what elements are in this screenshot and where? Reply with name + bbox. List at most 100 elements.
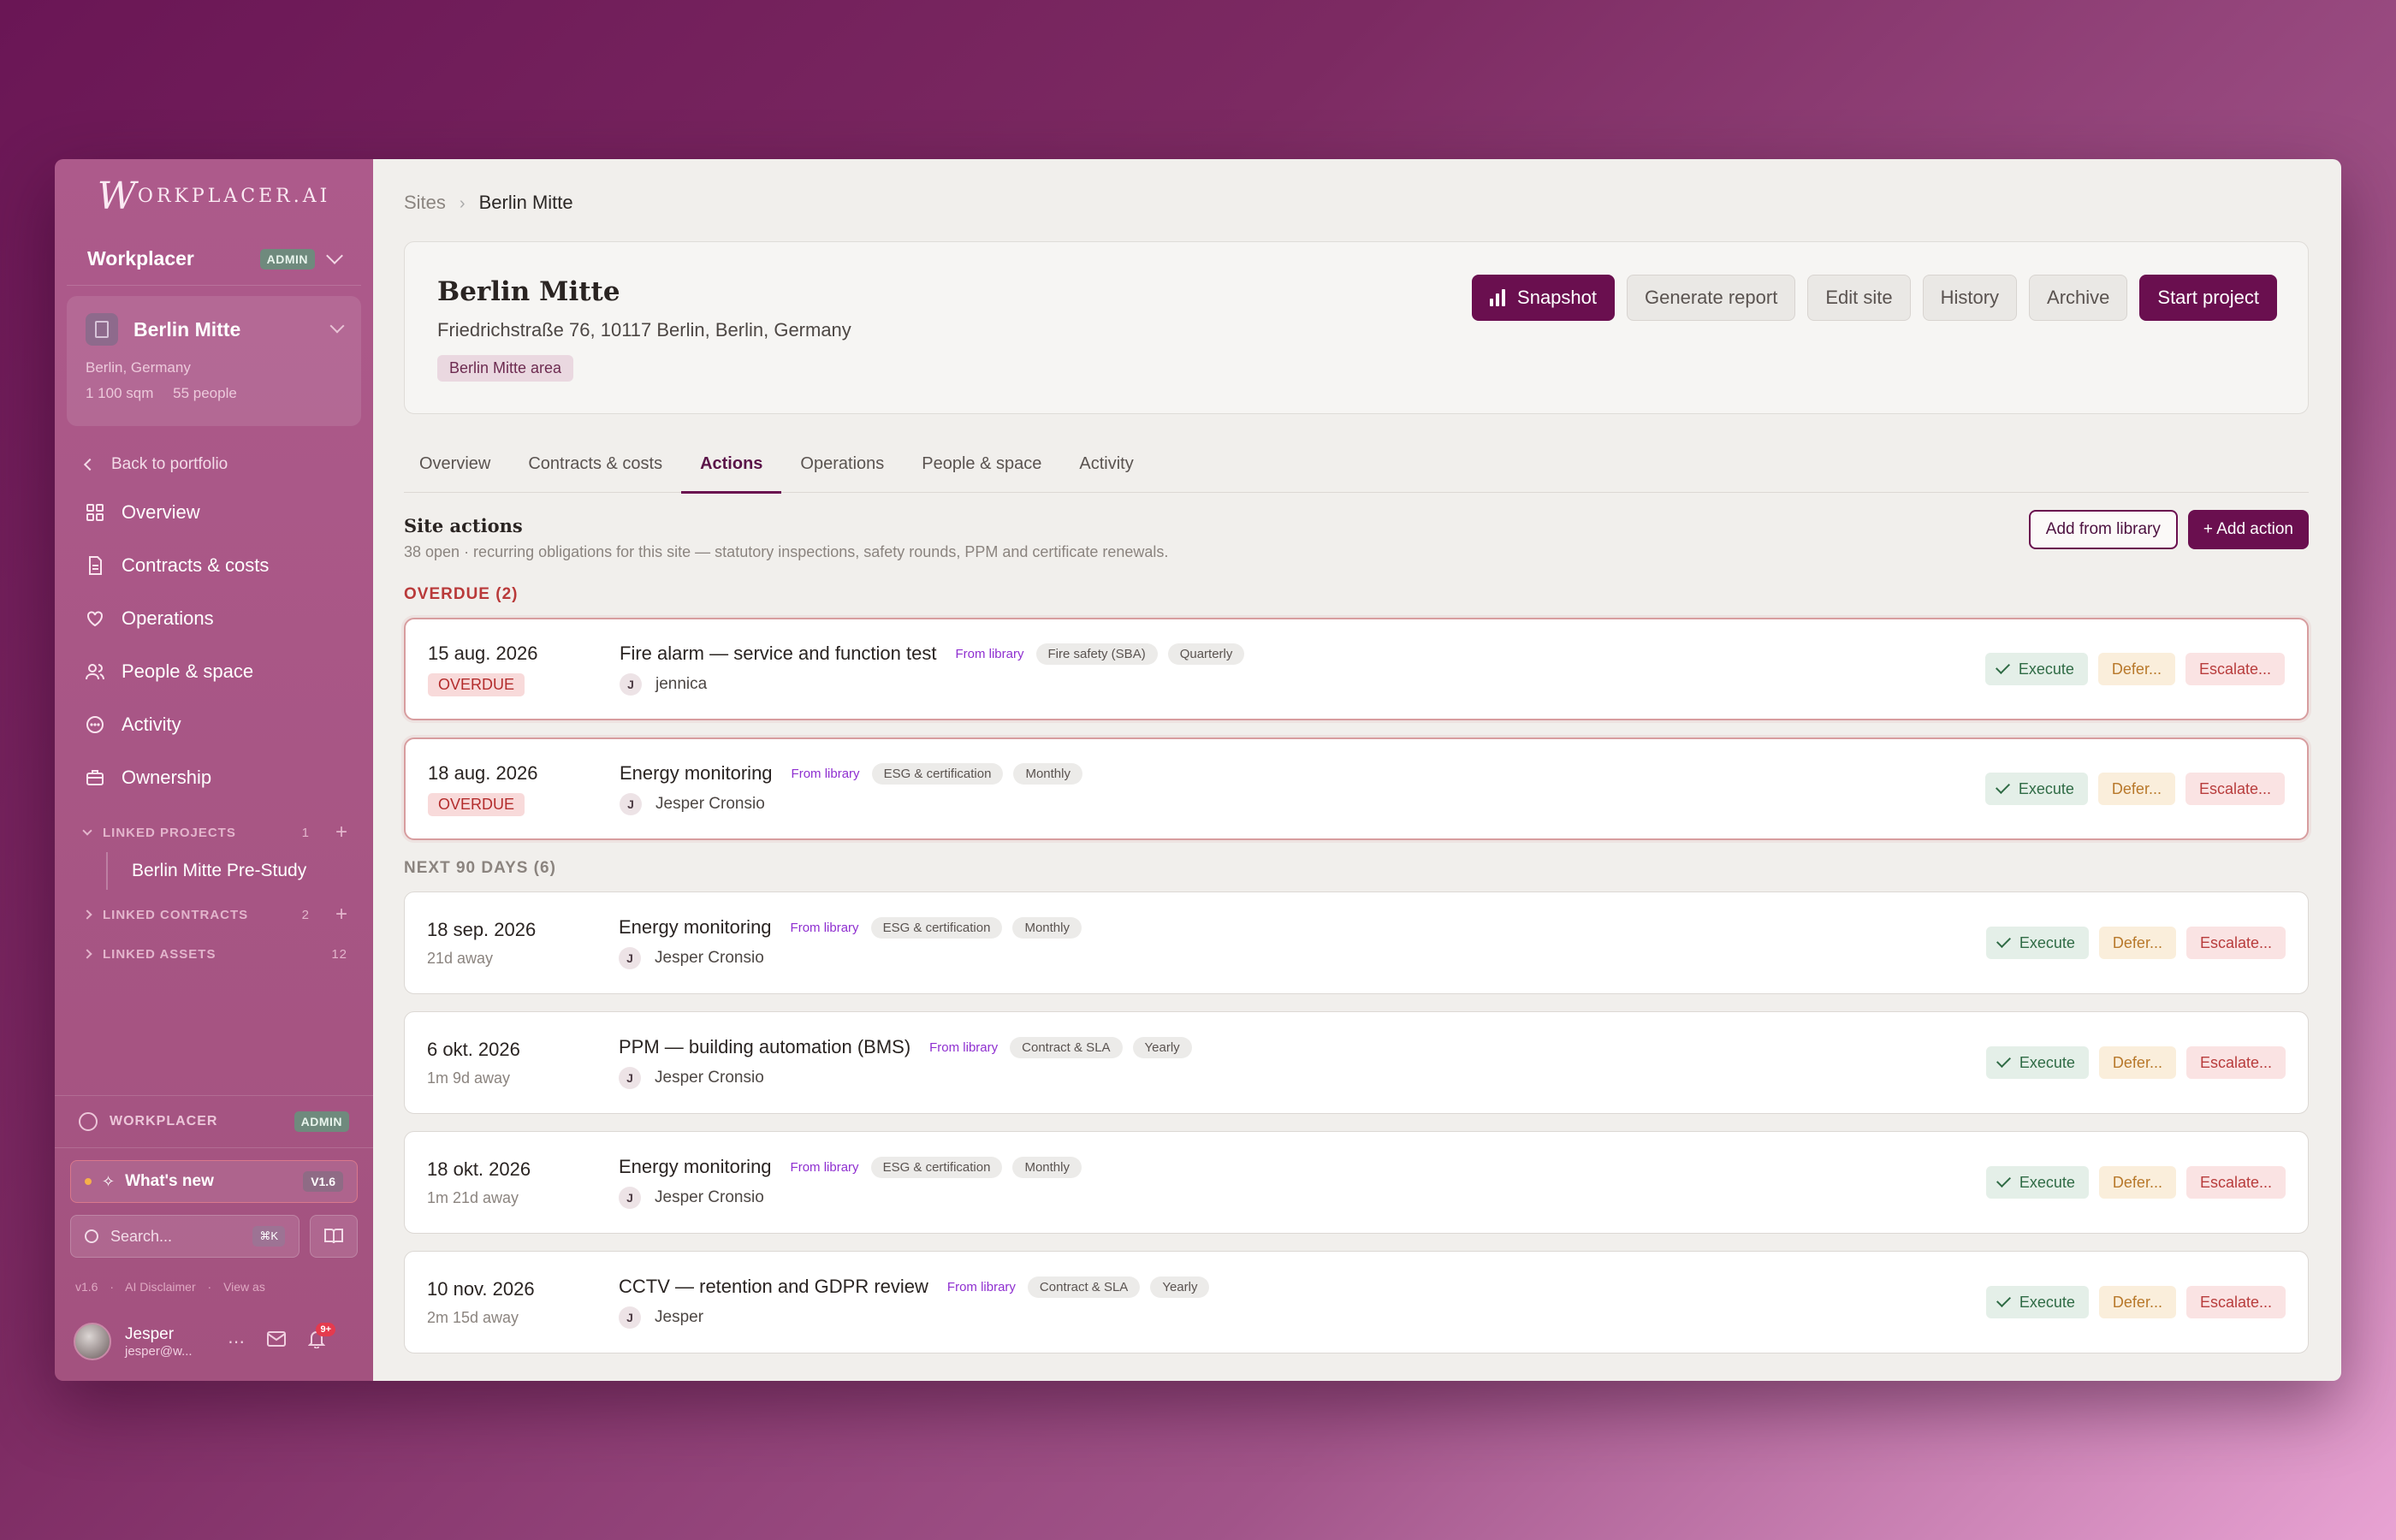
escalate-button[interactable]: Escalate... bbox=[2185, 1046, 2286, 1079]
action-date: 18 aug. 2026 bbox=[428, 761, 538, 784]
section-description: 38 open · recurring obligations for this… bbox=[404, 543, 1169, 560]
assignee-name: Jesper Cronsio bbox=[655, 949, 764, 967]
edit-site-button[interactable]: Edit site bbox=[1807, 275, 1911, 321]
frequency-tag: Monthly bbox=[1013, 762, 1082, 785]
from-library-tag: From library bbox=[946, 1279, 1016, 1294]
linked-project-item[interactable]: Berlin Mitte Pre-Study bbox=[106, 852, 373, 890]
search-input[interactable]: Search... ⌘K bbox=[70, 1215, 300, 1258]
document-icon bbox=[84, 554, 106, 577]
action-item[interactable]: 10 nov. 2026 2m 15d away CCTV — retention … bbox=[404, 1251, 2309, 1353]
defer-button[interactable]: Defer... bbox=[2097, 653, 2175, 685]
action-item[interactable]: 18 okt. 2026 1m 21d away Energy monitoring… bbox=[404, 1131, 2309, 1234]
ai-disclaimer-link[interactable]: AI Disclaimer bbox=[125, 1280, 195, 1294]
book-icon[interactable] bbox=[310, 1215, 358, 1258]
execute-button[interactable]: Execute bbox=[1985, 1286, 2089, 1318]
defer-button[interactable]: Defer... bbox=[2098, 1166, 2176, 1199]
more-icon[interactable]: ⋯ bbox=[228, 1331, 245, 1353]
linked-contracts-header[interactable]: LINKED CONTRACTS 2 + bbox=[55, 895, 373, 934]
tab-actions[interactable]: Actions bbox=[681, 436, 782, 494]
back-to-portfolio-link[interactable]: Back to portfolio bbox=[83, 455, 373, 474]
avatar[interactable] bbox=[74, 1323, 111, 1360]
site-people: 55 people bbox=[173, 385, 237, 401]
start-project-button[interactable]: Start project bbox=[2139, 275, 2277, 321]
breadcrumb-sites[interactable]: Sites bbox=[404, 192, 446, 214]
bar-chart-icon bbox=[1490, 289, 1506, 306]
linked-assets-header[interactable]: LINKED ASSETS 12 bbox=[55, 934, 373, 974]
snapshot-button[interactable]: Snapshot bbox=[1472, 275, 1615, 321]
escalate-button[interactable]: Escalate... bbox=[2185, 927, 2286, 959]
execute-button[interactable]: Execute bbox=[1985, 1046, 2089, 1079]
site-location: Berlin, Germany bbox=[86, 359, 191, 376]
sidebar: W ORKPLACER.AI Workplacer ADMIN Berlin M… bbox=[55, 159, 373, 1381]
separator: · bbox=[207, 1280, 212, 1294]
execute-button[interactable]: Execute bbox=[1985, 927, 2089, 959]
action-title[interactable]: Energy monitoring bbox=[619, 1156, 772, 1178]
user-email: jesper@w... bbox=[125, 1343, 193, 1359]
escalate-button[interactable]: Escalate... bbox=[2185, 653, 2285, 685]
tab-activity[interactable]: Activity bbox=[1060, 436, 1152, 492]
search-shortcut: ⌘K bbox=[252, 1226, 285, 1247]
nav-item-overview[interactable]: Overview bbox=[55, 486, 373, 539]
category-tag: Fire safety (SBA) bbox=[1035, 643, 1158, 665]
action-title[interactable]: PPM — building automation (BMS) bbox=[619, 1036, 910, 1058]
search-placeholder: Search... bbox=[110, 1227, 173, 1245]
defer-button[interactable]: Defer... bbox=[2098, 1286, 2176, 1318]
workspace-settings[interactable]: WORKPLACER ADMIN bbox=[55, 1095, 373, 1148]
assignee-avatar: J bbox=[619, 1067, 641, 1089]
escalate-button[interactable]: Escalate... bbox=[2185, 1166, 2286, 1199]
history-button[interactable]: History bbox=[1922, 275, 2018, 321]
escalate-button[interactable]: Escalate... bbox=[2185, 773, 2285, 805]
tab-operations[interactable]: Operations bbox=[781, 436, 903, 492]
site-name: Berlin Mitte bbox=[133, 317, 241, 341]
defer-button[interactable]: Defer... bbox=[2097, 773, 2175, 805]
action-title[interactable]: Energy monitoring bbox=[619, 916, 772, 939]
nav-item-ownership[interactable]: Ownership bbox=[55, 751, 373, 804]
mail-icon[interactable] bbox=[267, 1331, 286, 1352]
nav-item-people-space[interactable]: People & space bbox=[55, 645, 373, 698]
app-logo[interactable]: W ORKPLACER.AI bbox=[55, 159, 373, 233]
tab-people-space[interactable]: People & space bbox=[903, 436, 1060, 492]
whats-new-button[interactable]: ✧ What's new V1.6 bbox=[70, 1160, 358, 1203]
frequency-tag: Quarterly bbox=[1167, 643, 1245, 665]
action-title[interactable]: Energy monitoring bbox=[620, 762, 773, 785]
archive-button[interactable]: Archive bbox=[2029, 275, 2128, 321]
defer-button[interactable]: Defer... bbox=[2098, 1046, 2176, 1079]
action-title[interactable]: CCTV — retention and GDPR review bbox=[619, 1276, 928, 1298]
escalate-button[interactable]: Escalate... bbox=[2185, 1286, 2286, 1318]
tab-overview[interactable]: Overview bbox=[404, 436, 509, 492]
org-switcher[interactable]: Workplacer ADMIN bbox=[67, 233, 361, 286]
nav-item-activity[interactable]: Activity bbox=[55, 698, 373, 751]
action-item[interactable]: 18 aug. 2026 OVERDUE Energy monitoring From… bbox=[404, 737, 2309, 840]
bell-icon[interactable]: 9+ bbox=[307, 1323, 335, 1353]
linked-projects-header[interactable]: LINKED PROJECTS 1 + bbox=[55, 813, 373, 852]
action-item[interactable]: 15 aug. 2026 OVERDUE Fire alarm — service … bbox=[404, 618, 2309, 720]
action-title[interactable]: Fire alarm — service and function test bbox=[620, 643, 936, 665]
category-tag: ESG & certification bbox=[870, 1156, 1003, 1178]
user-profile[interactable]: Jesper jesper@w... ⋯ 9+ bbox=[74, 1319, 373, 1364]
section-count: 1 bbox=[301, 825, 310, 840]
execute-button[interactable]: Execute bbox=[1984, 773, 2088, 805]
execute-button[interactable]: Execute bbox=[1985, 1166, 2089, 1199]
nav-item-contracts[interactable]: Contracts & costs bbox=[55, 539, 373, 592]
add-linked-contract-button[interactable]: + bbox=[335, 903, 347, 927]
action-item[interactable]: 6 okt. 2026 1m 9d away PPM — building auto… bbox=[404, 1011, 2309, 1114]
site-nav: Overview Contracts & costs Operations Pe… bbox=[55, 486, 373, 804]
add-from-library-button[interactable]: Add from library bbox=[2028, 510, 2178, 549]
from-library-tag: From library bbox=[790, 1159, 859, 1175]
section-label: LINKED ASSETS bbox=[103, 946, 216, 962]
whats-new-label: What's new bbox=[125, 1172, 214, 1190]
execute-label: Execute bbox=[2019, 1053, 2075, 1071]
check-icon bbox=[1996, 1293, 2011, 1307]
add-linked-project-button[interactable]: + bbox=[335, 820, 347, 844]
workspace-label: WORKPLACER bbox=[110, 1114, 218, 1128]
add-action-button[interactable]: + Add action bbox=[2187, 510, 2309, 549]
defer-button[interactable]: Defer... bbox=[2098, 927, 2176, 959]
execute-button[interactable]: Execute bbox=[1984, 653, 2088, 685]
area-tag[interactable]: Berlin Mitte area bbox=[437, 355, 574, 382]
generate-report-button[interactable]: Generate report bbox=[1627, 275, 1796, 321]
nav-item-operations[interactable]: Operations bbox=[55, 592, 373, 645]
tab-contracts-costs[interactable]: Contracts & costs bbox=[509, 436, 681, 492]
view-as-link[interactable]: View as bbox=[223, 1280, 265, 1294]
action-item[interactable]: 18 sep. 2026 21d away Energy monitoring Fro… bbox=[404, 891, 2309, 994]
site-switcher[interactable]: Berlin Mitte Berlin, Germany 1 100 sqm 5… bbox=[67, 296, 361, 426]
